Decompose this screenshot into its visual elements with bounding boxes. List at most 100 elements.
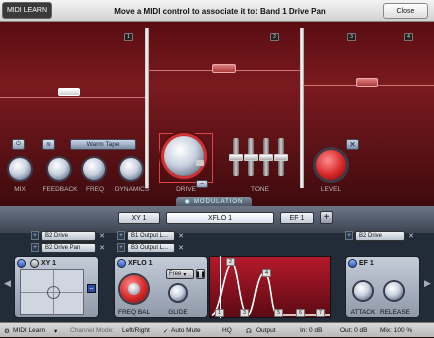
modulation-label: MODULATION	[193, 198, 244, 205]
band-divider-1[interactable]	[145, 28, 149, 188]
band-3-gain-handle[interactable]	[356, 78, 378, 87]
mix-level[interactable]: Mix: 100 %	[380, 323, 420, 338]
status-footer: ⚙ MIDI Learn ▾ Channel Mode: Left/Right …	[0, 322, 434, 337]
auto-mute-toggle[interactable]: Auto Mute	[171, 323, 211, 338]
xy-link-icon[interactable]: ⇔	[87, 284, 96, 293]
ef-attack-label: ATTACK	[350, 309, 376, 316]
xy-slot-1[interactable]: B2 Drive	[41, 231, 96, 241]
xflo-slot-2-add[interactable]: +	[117, 243, 125, 252]
band-number-4: 4	[404, 33, 413, 41]
chevron-down-icon[interactable]: ▾	[54, 323, 62, 338]
wrench-icon[interactable]: ⚙	[4, 323, 12, 338]
xy-power-icon[interactable]	[17, 258, 26, 268]
xy-box-title: XY 1	[41, 259, 57, 267]
power-button[interactable]: ⏻	[12, 139, 25, 150]
tone-slider-3-handle[interactable]	[259, 154, 273, 161]
input-level[interactable]: In: 0 dB	[300, 323, 332, 338]
pause-icon: ❚❚	[195, 271, 206, 278]
xy-slot-2-remove[interactable]: ✕	[98, 243, 106, 252]
xflo-step-6[interactable]: 6	[296, 309, 305, 317]
xy-slot-2[interactable]: B2 Drive Pan	[41, 243, 96, 253]
xflo-step-4[interactable]: 4	[262, 269, 271, 277]
xflo-glide-label: GLIDE	[168, 309, 188, 316]
xflo-slot-1-add[interactable]: +	[117, 231, 125, 240]
mix-knob[interactable]	[9, 158, 31, 180]
xflo-pause-button[interactable]: ❚❚	[195, 269, 206, 279]
xflo-step-2[interactable]: 2	[226, 258, 235, 266]
tone-slider-4-handle[interactable]	[274, 154, 288, 161]
xflo-waveform	[211, 262, 330, 316]
band-2-gain-handle[interactable]	[212, 64, 236, 73]
tab-xy-1[interactable]: XY 1	[118, 212, 160, 224]
xflo-step-3[interactable]: 3	[240, 309, 249, 317]
level-label: LEVEL	[320, 186, 342, 193]
output-level[interactable]: Out: 0 dB	[340, 323, 374, 338]
eye-icon: ◉	[184, 199, 191, 205]
xflo-box-header: XFLO 1	[115, 257, 207, 269]
xy-box-header: XY 1	[15, 257, 98, 269]
hq-toggle[interactable]: HQ	[222, 323, 236, 338]
ef-slot-1-add[interactable]: +	[345, 231, 353, 240]
xflo-slot-1-remove[interactable]: ✕	[177, 231, 185, 240]
xflo-freq-label: FREQ	[118, 309, 137, 316]
xflo-slot-1[interactable]: B1 Output L...	[127, 231, 175, 241]
checkmark-icon[interactable]: ✓	[163, 323, 171, 338]
midi-learn-indicator: MIDI LEARN	[2, 2, 52, 19]
modulation-toggle-tab[interactable]: ◉ MODULATION	[176, 197, 252, 206]
footer-midi-learn-button[interactable]: MIDI Learn	[13, 323, 53, 338]
band-1-level-line	[0, 97, 145, 98]
scroll-left-arrow[interactable]: ◀	[3, 268, 12, 298]
power-icon: ⏻	[16, 141, 21, 147]
chevron-down-icon: ▾	[183, 271, 187, 278]
xflo-mode-dropdown[interactable]: Free ▾	[166, 269, 194, 279]
ef-release-knob[interactable]	[385, 282, 403, 300]
xy-settings-icon[interactable]	[30, 258, 39, 268]
xy-slot-2-add[interactable]: +	[31, 243, 39, 252]
ef-power-icon[interactable]	[348, 258, 357, 268]
close-button[interactable]: Close	[383, 3, 428, 19]
xy-slot-1-add[interactable]: +	[31, 231, 39, 240]
ef-slot-1-remove[interactable]: ✕	[407, 231, 415, 240]
midi-learn-bar: MIDI LEARN Move a MIDI control to associ…	[0, 0, 434, 22]
xflo-step-5[interactable]: 5	[274, 309, 283, 317]
add-modulator-button[interactable]: +	[320, 211, 333, 224]
channel-mode-label: Channel Mode:	[70, 327, 115, 334]
xflo-slot-2[interactable]: B3 Output L...	[127, 243, 175, 253]
channel-mode-value[interactable]: Left/Right	[122, 323, 162, 338]
headphones-icon[interactable]: ☊	[246, 323, 254, 338]
ef-box-header: EF 1	[346, 257, 419, 269]
level-knob[interactable]	[316, 150, 346, 180]
xy-pad-cursor[interactable]	[47, 286, 60, 299]
ef-slot-1[interactable]: B2 Drive	[355, 231, 405, 241]
tab-xflo-1[interactable]: XFLO 1	[166, 212, 274, 224]
xflo-box-title: XFLO 1	[128, 259, 153, 267]
tone-label: TONE	[251, 186, 269, 193]
drive-type-icon-button[interactable]: ≋	[42, 139, 55, 150]
feedback-knob[interactable]	[48, 158, 70, 180]
drive-type-selector[interactable]: Warm Tape	[70, 139, 136, 150]
xflo-slot-2-remove[interactable]: ✕	[177, 243, 185, 252]
drive-knob[interactable]	[164, 136, 204, 176]
tab-ef-1[interactable]: EF 1	[280, 212, 314, 224]
scroll-right-arrow[interactable]: ▶	[423, 268, 432, 298]
xflo-step-7[interactable]: 7	[316, 309, 325, 317]
band-1-gain-handle[interactable]	[58, 88, 80, 96]
xflo-glide-knob[interactable]	[170, 285, 186, 301]
dynamics-label: DYNAMICS	[114, 186, 150, 193]
output-toggle[interactable]: Output	[256, 323, 284, 338]
xflo-power-icon[interactable]	[117, 258, 126, 268]
band-close-button[interactable]: ✕	[346, 139, 359, 150]
mix-label: MIX	[14, 186, 26, 193]
xflo-bal-knob[interactable]	[128, 283, 140, 295]
freq-knob[interactable]	[83, 158, 105, 180]
xy-pad[interactable]	[20, 269, 85, 316]
freq-label: FREQ	[85, 186, 105, 193]
tone-slider-2-handle[interactable]	[244, 154, 258, 161]
tone-slider-1-handle[interactable]	[229, 154, 243, 161]
xflo-step-1[interactable]: 1	[215, 309, 224, 317]
band-divider-2[interactable]	[300, 28, 304, 188]
drive-label: DRIVE	[176, 186, 196, 193]
ef-attack-knob[interactable]	[354, 282, 372, 300]
xy-slot-1-remove[interactable]: ✕	[98, 231, 106, 240]
dynamics-knob[interactable]	[120, 158, 142, 180]
